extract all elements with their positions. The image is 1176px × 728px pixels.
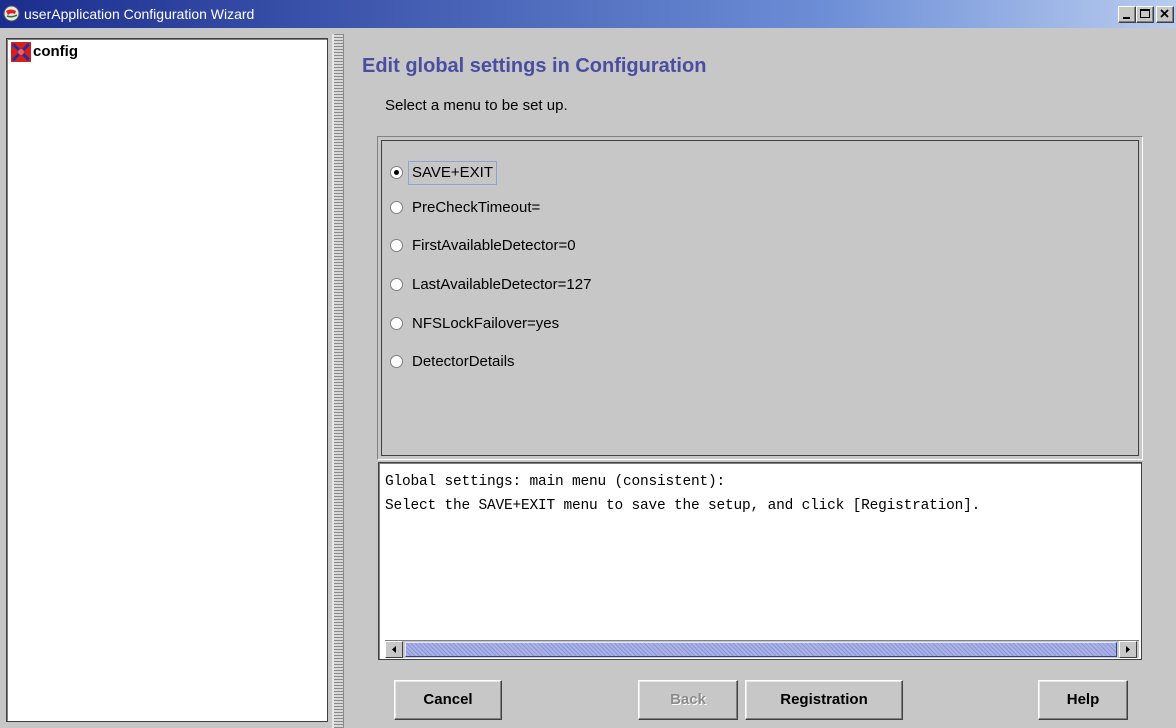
radio-circle[interactable] xyxy=(390,355,403,368)
back-button[interactable]: Back xyxy=(638,680,738,720)
help-button[interactable]: Help xyxy=(1038,680,1128,720)
radio-label: SAVE+EXIT xyxy=(408,161,498,185)
maximize-button[interactable] xyxy=(1136,6,1154,23)
radio-circle[interactable] xyxy=(390,278,403,291)
radio-label: FirstAvailableDetector=0 xyxy=(412,237,576,254)
window-titlebar[interactable]: userApplication Configuration Wizard xyxy=(0,0,1176,28)
arrow-right-icon xyxy=(1126,646,1130,653)
radio-label: NFSLockFailover=yes xyxy=(412,315,560,332)
radio-selected-dot xyxy=(394,170,399,175)
message-line: Global settings: main menu (consistent): xyxy=(385,474,726,490)
tree-node-label: config xyxy=(33,43,78,60)
message-line: Select the SAVE+EXIT menu to save the se… xyxy=(385,498,981,514)
minimize-button[interactable] xyxy=(1118,6,1136,23)
radio-circle[interactable] xyxy=(390,201,403,214)
maximize-icon xyxy=(1140,9,1150,18)
message-text-area[interactable]: Global settings: main menu (consistent):… xyxy=(378,462,1142,660)
menu-options-inner: SAVE+EXIT PreCheckTimeout= FirstAvailabl… xyxy=(381,140,1139,456)
instruction-text: Select a menu to be set up. xyxy=(385,97,568,114)
close-icon xyxy=(1160,9,1169,18)
registration-button[interactable]: Registration xyxy=(745,680,903,720)
scroll-right-button[interactable] xyxy=(1119,641,1137,658)
radio-label: PreCheckTimeout= xyxy=(412,199,541,216)
radio-circle[interactable] xyxy=(390,239,403,252)
close-button[interactable] xyxy=(1156,6,1174,23)
app-globe-icon xyxy=(3,5,20,22)
radio-circle[interactable] xyxy=(390,166,403,179)
radio-label: LastAvailableDetector=127 xyxy=(412,276,592,293)
arrow-left-icon xyxy=(392,646,396,653)
window-title: userApplication Configuration Wizard xyxy=(24,6,255,22)
panel-splitter[interactable] xyxy=(332,34,344,728)
cancel-button[interactable]: Cancel xyxy=(394,680,502,720)
radio-label: DetectorDetails xyxy=(412,353,515,370)
scroll-left-button[interactable] xyxy=(385,641,403,658)
horizontal-scrollbar[interactable] xyxy=(385,640,1139,658)
scrollbar-thumb[interactable] xyxy=(405,642,1117,657)
page-title: Edit global settings in Configuration xyxy=(362,55,707,77)
radio-circle[interactable] xyxy=(390,317,403,330)
config-tree-panel[interactable]: config xyxy=(6,38,328,722)
config-node-icon xyxy=(11,42,31,62)
minimize-icon xyxy=(1123,17,1130,19)
menu-options-group: SAVE+EXIT PreCheckTimeout= FirstAvailabl… xyxy=(377,136,1143,460)
